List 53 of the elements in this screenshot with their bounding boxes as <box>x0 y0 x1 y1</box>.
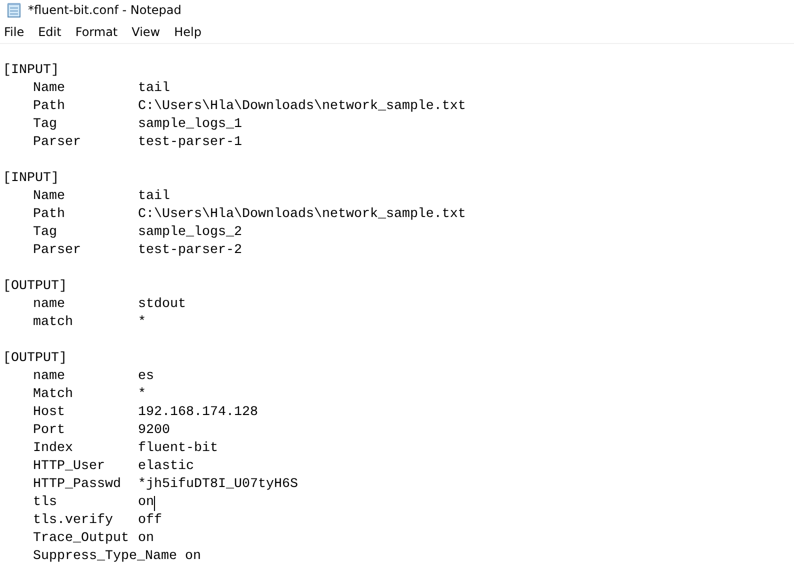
config-key: Path <box>33 98 130 116</box>
config-key: HTTP_User <box>33 458 130 476</box>
config-value: tail <box>138 80 170 98</box>
menu-item[interactable]: Help <box>170 23 208 41</box>
config-key: Tag <box>33 224 130 242</box>
config-value: test-parser-2 <box>138 242 242 260</box>
config-key: Name <box>33 80 130 98</box>
config-value: sample_logs_1 <box>138 116 242 134</box>
config-value: fluent-bit <box>138 440 218 458</box>
section-header: [INPUT] <box>3 62 59 80</box>
config-key: name <box>33 296 130 314</box>
config-value: * <box>138 386 146 404</box>
menu-item[interactable]: File <box>0 23 30 41</box>
config-value: C:\Users\Hla\Downloads\network_sample.txt <box>138 98 466 116</box>
config-key: HTTP_Passwd <box>33 476 130 494</box>
config-value: on <box>138 494 154 512</box>
config-key: Path <box>33 206 130 224</box>
config-value: tail <box>138 188 170 206</box>
config-key: Host <box>33 404 130 422</box>
config-key: Tag <box>33 116 130 134</box>
config-value: C:\Users\Hla\Downloads\network_sample.txt <box>138 206 466 224</box>
config-value: on <box>184 548 201 566</box>
config-value: * <box>138 314 146 332</box>
config-key: Parser <box>33 242 130 260</box>
menu-item[interactable]: Format <box>71 23 124 41</box>
section-header: [INPUT] <box>3 170 59 188</box>
config-key: Name <box>33 188 130 206</box>
section-header: [OUTPUT] <box>3 350 67 368</box>
config-value: on <box>138 530 154 548</box>
config-value: *jh5ifuDT8I_U07tyH6S <box>138 476 298 494</box>
config-key: Index <box>33 440 130 458</box>
config-key: Suppress_Type_Name <box>33 548 177 566</box>
config-key: tls <box>33 494 130 512</box>
menu-item[interactable]: Edit <box>34 23 68 41</box>
config-value: stdout <box>138 296 186 314</box>
config-value: off <box>138 512 162 530</box>
config-value: 192.168.174.128 <box>138 404 258 422</box>
config-key: name <box>33 368 130 386</box>
section-header: [OUTPUT] <box>3 278 67 296</box>
config-value: sample_logs_2 <box>138 224 242 242</box>
config-value: test-parser-1 <box>138 134 242 152</box>
config-key: Trace_Output <box>33 530 130 548</box>
notepad-icon <box>6 2 22 18</box>
config-key: match <box>33 314 130 332</box>
config-key: Parser <box>33 134 130 152</box>
config-value: es <box>138 368 154 386</box>
config-key: Port <box>33 422 130 440</box>
config-key: Match <box>33 386 130 404</box>
window-title: *fluent-bit.conf - Notepad <box>28 3 182 17</box>
config-value: elastic <box>138 458 194 476</box>
menu-item[interactable]: View <box>128 23 166 41</box>
config-value: 9200 <box>138 422 170 440</box>
config-key: tls.verify <box>33 512 130 530</box>
